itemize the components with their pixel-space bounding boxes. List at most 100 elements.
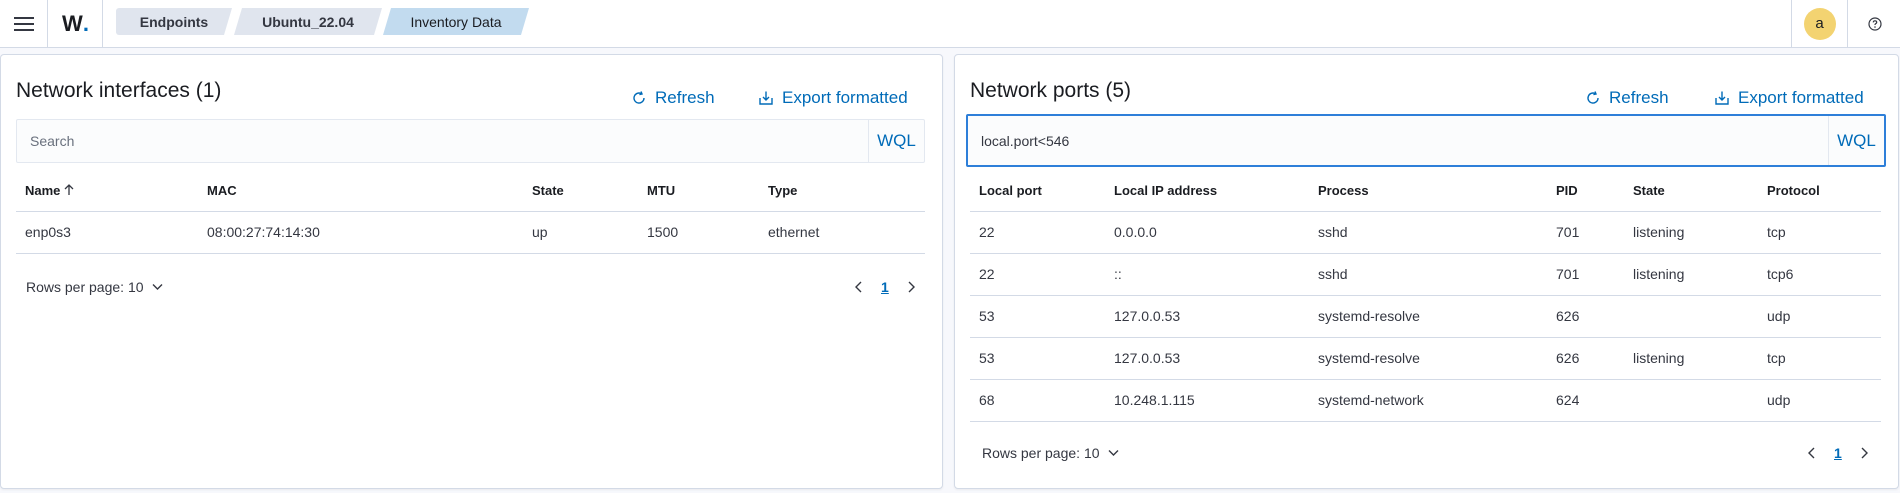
rows-per-page-selector[interactable]: Rows per page: 10 xyxy=(26,279,163,295)
network-ports-panel: Network ports (5) Refresh Export formatt… xyxy=(954,54,1899,489)
wql-toggle[interactable]: WQL xyxy=(868,120,924,162)
avatar[interactable]: a xyxy=(1803,7,1836,40)
arrow-up-icon xyxy=(64,183,74,199)
page-number-button[interactable]: 1 xyxy=(1834,445,1842,461)
chevron-down-icon xyxy=(1108,450,1119,456)
help-button[interactable] xyxy=(1849,0,1900,47)
column-header-local-port[interactable]: Local port xyxy=(970,171,1105,212)
cell-process: systemd-resolve xyxy=(1309,295,1547,338)
export-formatted-button[interactable]: Export formatted xyxy=(758,87,908,109)
logo-dot: . xyxy=(82,10,89,36)
table-row[interactable]: enp0s3 08:00:27:74:14:30 up 1500 etherne… xyxy=(16,211,925,254)
cell-state: up xyxy=(523,211,638,254)
refresh-label: Refresh xyxy=(655,88,715,107)
hamburger-icon xyxy=(13,16,34,31)
column-label: Name xyxy=(25,182,61,198)
rows-per-page-label: Rows per page: 10 xyxy=(982,445,1100,461)
chevron-left-icon[interactable] xyxy=(1806,447,1818,459)
cell-process: sshd xyxy=(1309,253,1547,296)
page-number-button[interactable]: 1 xyxy=(881,279,889,295)
user-menu[interactable]: a xyxy=(1791,0,1848,47)
column-header-pid[interactable]: PID xyxy=(1547,171,1624,212)
cell-local-ip: 127.0.0.53 xyxy=(1105,337,1309,380)
cell-mac: 08:00:27:74:14:30 xyxy=(198,211,523,254)
refresh-icon xyxy=(633,91,645,104)
search-input[interactable] xyxy=(17,120,868,162)
panel-title: Network ports (5) xyxy=(970,79,1132,102)
cell-state: listening xyxy=(1624,253,1758,296)
wql-toggle[interactable]: WQL xyxy=(1828,116,1884,165)
cell-pid: 626 xyxy=(1547,295,1624,338)
cell-pid: 624 xyxy=(1547,379,1624,422)
breadcrumb-agent[interactable]: Ubuntu_22.04 xyxy=(234,8,382,35)
export-label: Export formatted xyxy=(782,88,908,107)
cell-protocol: tcp xyxy=(1758,211,1881,254)
cell-local-port: 22 xyxy=(970,253,1105,296)
ports-table: Local port Local IP address Process PID … xyxy=(970,171,1881,422)
table-row[interactable]: 53 127.0.0.53 systemd-resolve 626 listen… xyxy=(970,337,1881,380)
column-header-state[interactable]: State xyxy=(1624,171,1758,212)
refresh-button[interactable]: Refresh xyxy=(1585,87,1669,109)
table-header-row: Local port Local IP address Process PID … xyxy=(970,171,1881,212)
export-label: Export formatted xyxy=(1738,88,1864,107)
breadcrumb-inventory: Inventory Data xyxy=(383,8,529,35)
cell-local-ip: 127.0.0.53 xyxy=(1105,295,1309,338)
logo-text: W xyxy=(62,10,83,36)
chevron-left-icon[interactable] xyxy=(853,281,865,293)
cell-process: systemd-network xyxy=(1309,379,1547,422)
cell-local-ip: 10.248.1.115 xyxy=(1105,379,1309,422)
table-row[interactable]: 53 127.0.0.53 systemd-resolve 626 udp xyxy=(970,295,1881,338)
app-logo[interactable]: W. xyxy=(49,0,103,47)
panel-title: Network interfaces (1) xyxy=(16,79,222,102)
cell-local-port: 53 xyxy=(970,337,1105,380)
cell-state: listening xyxy=(1624,211,1758,254)
export-formatted-button[interactable]: Export formatted xyxy=(1714,87,1864,109)
menu-button[interactable] xyxy=(0,0,48,47)
table-row[interactable]: 22 :: sshd 701 listening tcp6 xyxy=(970,253,1881,296)
cell-local-port: 68 xyxy=(970,379,1105,422)
table-row[interactable]: 22 0.0.0.0 sshd 701 listening tcp xyxy=(970,211,1881,254)
cell-process: sshd xyxy=(1309,211,1547,254)
cell-protocol: tcp xyxy=(1758,337,1881,380)
cell-state xyxy=(1624,295,1758,338)
top-header: W. Endpoints Ubuntu_22.04 Inventory Data… xyxy=(0,0,1900,48)
cell-protocol: udp xyxy=(1758,379,1881,422)
pagination: 1 xyxy=(1806,445,1870,461)
network-interfaces-panel: Network interfaces (1) Refresh Export fo… xyxy=(0,54,943,489)
cell-local-port: 53 xyxy=(970,295,1105,338)
cell-type: ethernet xyxy=(759,211,925,254)
cell-state: listening xyxy=(1624,337,1758,380)
search-bar: WQL xyxy=(966,114,1886,167)
cell-process: systemd-resolve xyxy=(1309,337,1547,380)
cell-local-ip: 0.0.0.0 xyxy=(1105,211,1309,254)
chevron-right-icon[interactable] xyxy=(905,281,917,293)
column-header-mtu[interactable]: MTU xyxy=(638,171,759,212)
column-header-name[interactable]: Name xyxy=(16,171,198,212)
export-icon xyxy=(1715,91,1729,105)
column-header-type[interactable]: Type xyxy=(759,171,925,212)
rows-per-page-selector[interactable]: Rows per page: 10 xyxy=(982,445,1119,461)
cell-state xyxy=(1624,379,1758,422)
pagination: 1 xyxy=(853,279,917,295)
help-icon xyxy=(1867,16,1882,31)
column-header-local-ip[interactable]: Local IP address xyxy=(1105,171,1309,212)
table-row[interactable]: 68 10.248.1.115 systemd-network 624 udp xyxy=(970,379,1881,422)
breadcrumb-endpoints[interactable]: Endpoints xyxy=(116,8,232,35)
column-header-process[interactable]: Process xyxy=(1309,171,1547,212)
column-header-state[interactable]: State xyxy=(523,171,638,212)
search-input[interactable] xyxy=(968,116,1828,165)
search-bar: WQL xyxy=(16,119,925,163)
refresh-label: Refresh xyxy=(1609,88,1669,107)
column-header-mac[interactable]: MAC xyxy=(198,171,523,212)
chevron-right-icon[interactable] xyxy=(1858,447,1870,459)
cell-protocol: udp xyxy=(1758,295,1881,338)
table-header-row: Name MAC State MTU Type xyxy=(16,171,925,212)
refresh-button[interactable]: Refresh xyxy=(631,87,715,109)
cell-pid: 701 xyxy=(1547,253,1624,296)
rows-per-page-label: Rows per page: 10 xyxy=(26,279,144,295)
cell-local-port: 22 xyxy=(970,211,1105,254)
cell-name: enp0s3 xyxy=(16,211,198,254)
cell-protocol: tcp6 xyxy=(1758,253,1881,296)
chevron-down-icon xyxy=(152,284,163,290)
column-header-protocol[interactable]: Protocol xyxy=(1758,171,1881,212)
